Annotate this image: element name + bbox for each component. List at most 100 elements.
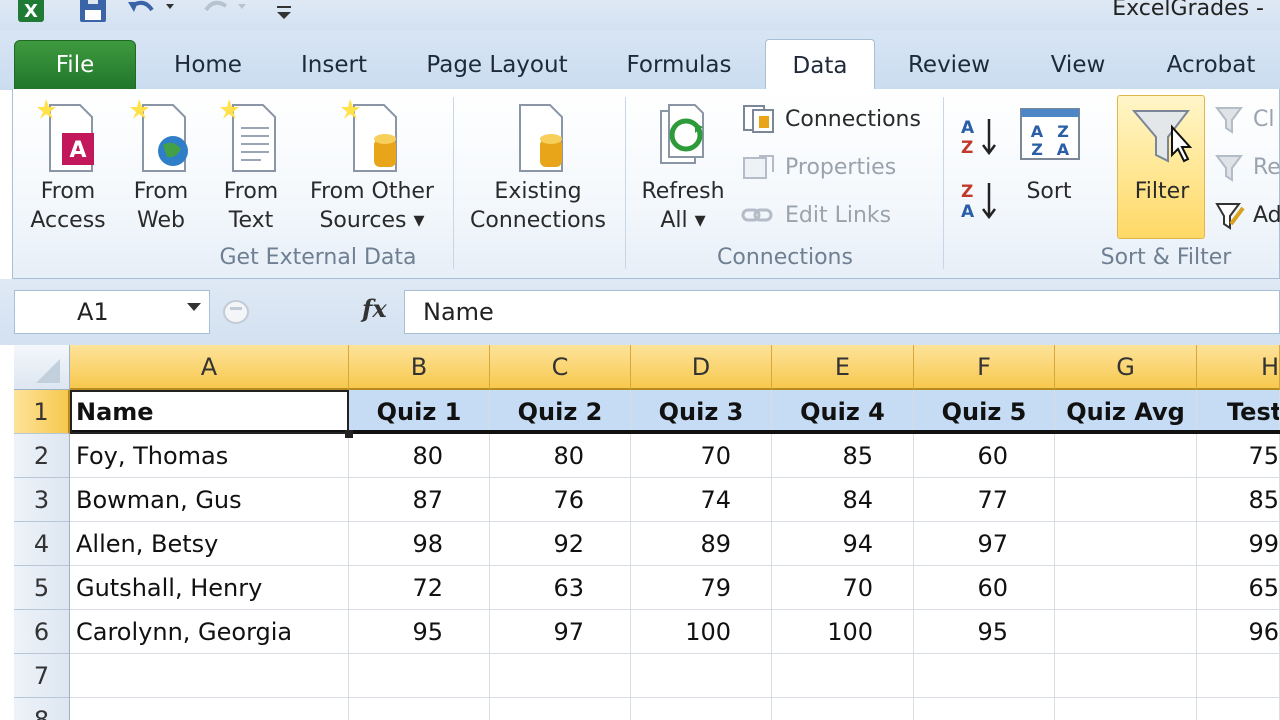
fill-handle[interactable] [345, 430, 353, 438]
cell-b8[interactable] [349, 698, 490, 720]
insert-function-icon[interactable]: fx [362, 294, 387, 323]
cell-a2[interactable]: Foy, Thomas [70, 434, 349, 478]
cell-f3[interactable]: 77 [914, 478, 1055, 522]
row-header-3[interactable]: 3 [14, 478, 70, 522]
from-other-sources-button[interactable]: From Other Sources ▾ [303, 97, 441, 235]
cell-g2[interactable] [1055, 434, 1197, 478]
cell-f8[interactable] [914, 698, 1055, 720]
cell-h6[interactable]: 96 [1197, 610, 1280, 654]
cell-b7[interactable] [349, 654, 490, 698]
filter-button[interactable]: Filter [1119, 97, 1205, 206]
tab-view[interactable]: View [1032, 40, 1124, 90]
cell-g4[interactable] [1055, 522, 1197, 566]
tab-home[interactable]: Home [156, 40, 260, 90]
customize-qat-icon[interactable] [270, 0, 300, 26]
cell-c2[interactable]: 80 [490, 434, 631, 478]
cell-g3[interactable] [1055, 478, 1197, 522]
column-header-g[interactable]: G [1055, 345, 1197, 390]
cell-d2[interactable]: 70 [631, 434, 772, 478]
advanced-filter-button[interactable]: Ad [1215, 195, 1280, 235]
tab-review[interactable]: Review [894, 40, 1004, 90]
formula-input[interactable]: Name [404, 290, 1280, 334]
resize-handle-icon[interactable] [220, 296, 260, 328]
cell-f5[interactable]: 60 [914, 566, 1055, 610]
tab-file[interactable]: File [14, 40, 136, 90]
cell-e4[interactable]: 94 [772, 522, 914, 566]
from-web-button[interactable]: From Web [121, 97, 201, 235]
cell-a7[interactable] [70, 654, 349, 698]
column-header-h[interactable]: H [1197, 345, 1280, 390]
column-header-a[interactable]: A [70, 345, 349, 390]
cell-d3[interactable]: 74 [631, 478, 772, 522]
cell-b2[interactable]: 80 [349, 434, 490, 478]
cell-h7[interactable] [1197, 654, 1280, 698]
tab-acrobat[interactable]: Acrobat [1150, 40, 1272, 90]
cell-a4[interactable]: Allen, Betsy [70, 522, 349, 566]
row-header-5[interactable]: 5 [14, 566, 70, 610]
tab-insert[interactable]: Insert [286, 40, 382, 90]
column-header-b[interactable]: B [349, 345, 490, 390]
cell-c4[interactable]: 92 [490, 522, 631, 566]
cell-g6[interactable] [1055, 610, 1197, 654]
cell-g8[interactable] [1055, 698, 1197, 720]
cell-e6[interactable]: 100 [772, 610, 914, 654]
refresh-all-button[interactable]: Refresh All ▾ [633, 97, 733, 235]
sort-a-to-z-icon[interactable]: A Z [959, 115, 999, 159]
cell-g1[interactable]: Quiz Avg [1055, 390, 1197, 434]
cell-g5[interactable] [1055, 566, 1197, 610]
cell-f4[interactable]: 97 [914, 522, 1055, 566]
cell-f2[interactable]: 60 [914, 434, 1055, 478]
cell-a8[interactable] [70, 698, 349, 720]
connections-button[interactable]: Connections [741, 99, 921, 139]
cell-a3[interactable]: Bowman, Gus [70, 478, 349, 522]
cell-h5[interactable]: 65 [1197, 566, 1280, 610]
cell-c5[interactable]: 63 [490, 566, 631, 610]
cell-f7[interactable] [914, 654, 1055, 698]
cell-e5[interactable]: 70 [772, 566, 914, 610]
tab-formulas[interactable]: Formulas [612, 40, 746, 90]
row-header-1[interactable]: 1 [14, 390, 70, 434]
cell-b4[interactable]: 98 [349, 522, 490, 566]
undo-icon[interactable] [124, 0, 184, 26]
tab-page-layout[interactable]: Page Layout [412, 40, 582, 90]
cell-d8[interactable] [631, 698, 772, 720]
cell-c1[interactable]: Quiz 2 [490, 390, 631, 434]
cell-c8[interactable] [490, 698, 631, 720]
existing-connections-button[interactable]: Existing Connections [465, 97, 611, 235]
cell-d6[interactable]: 100 [631, 610, 772, 654]
from-text-button[interactable]: From Text [211, 97, 291, 235]
cell-b3[interactable]: 87 [349, 478, 490, 522]
cell-h2[interactable]: 75 [1197, 434, 1280, 478]
cell-a5[interactable]: Gutshall, Henry [70, 566, 349, 610]
cell-h4[interactable]: 99 [1197, 522, 1280, 566]
from-access-button[interactable]: A From Access [23, 97, 113, 235]
tab-data[interactable]: Data [765, 39, 875, 91]
cell-e2[interactable]: 85 [772, 434, 914, 478]
cell-b1[interactable]: Quiz 1 [349, 390, 490, 434]
cell-b5[interactable]: 72 [349, 566, 490, 610]
row-header-6[interactable]: 6 [14, 610, 70, 654]
column-header-d[interactable]: D [631, 345, 772, 390]
cell-c6[interactable]: 97 [490, 610, 631, 654]
cell-f6[interactable]: 95 [914, 610, 1055, 654]
sort-z-to-a-icon[interactable]: Z A [959, 179, 999, 223]
row-header-7[interactable]: 7 [14, 654, 70, 698]
cell-c7[interactable] [490, 654, 631, 698]
cell-d1[interactable]: Quiz 3 [631, 390, 772, 434]
save-icon[interactable] [76, 0, 110, 26]
sort-button[interactable]: A Z Z A Sort [1009, 97, 1089, 206]
select-all-corner[interactable] [14, 345, 70, 390]
cell-g7[interactable] [1055, 654, 1197, 698]
cell-d5[interactable]: 79 [631, 566, 772, 610]
cell-d4[interactable]: 89 [631, 522, 772, 566]
cell-b6[interactable]: 95 [349, 610, 490, 654]
name-box[interactable]: A1 [14, 290, 210, 334]
cell-e3[interactable]: 84 [772, 478, 914, 522]
column-header-c[interactable]: C [490, 345, 631, 390]
cell-h1[interactable]: Test [1197, 390, 1280, 434]
cell-f1[interactable]: Quiz 5 [914, 390, 1055, 434]
cell-d7[interactable] [631, 654, 772, 698]
cell-h8[interactable] [1197, 698, 1280, 720]
cell-c3[interactable]: 76 [490, 478, 631, 522]
cell-a6[interactable]: Carolynn, Georgia [70, 610, 349, 654]
